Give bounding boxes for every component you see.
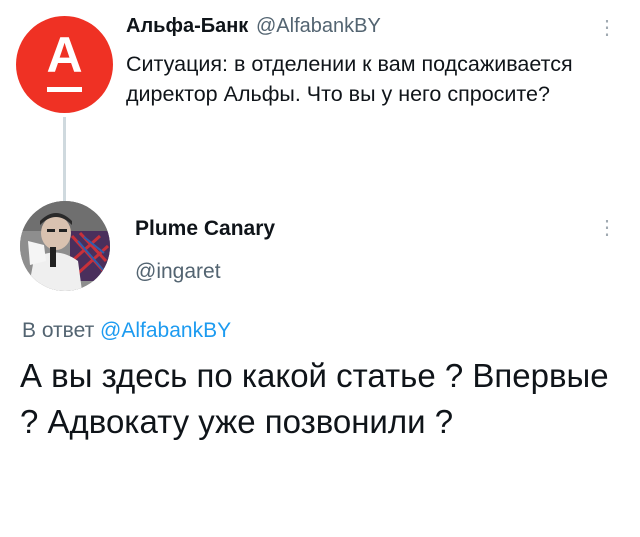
replying-to-handle-link[interactable]: @AlfabankBY bbox=[100, 319, 231, 342]
more-options-icon[interactable]: ⋮ bbox=[597, 18, 617, 38]
tweet-text: Ситуация: в отделении к вам подсаживаетс… bbox=[126, 52, 573, 106]
reply-author-name[interactable]: Plume Canary bbox=[135, 217, 275, 241]
avatar-photo bbox=[20, 201, 110, 291]
replying-to-label: В ответ bbox=[22, 319, 101, 342]
thread-connector-line bbox=[63, 117, 66, 202]
reply-text: А вы здесь по какой статье ? Впервые ? А… bbox=[20, 357, 609, 440]
avatar-letter: А bbox=[46, 27, 83, 83]
more-options-icon[interactable]: ⋮ bbox=[597, 218, 617, 238]
user-avatar[interactable] bbox=[20, 201, 110, 291]
tweet-author-handle[interactable]: @AlfabankBY bbox=[256, 15, 381, 38]
reply-author-handle[interactable]: @ingaret bbox=[135, 260, 221, 284]
avatar-underline bbox=[47, 87, 82, 92]
tweet-author-name[interactable]: Альфа-Банк bbox=[126, 15, 248, 38]
alfabank-avatar[interactable]: А bbox=[16, 16, 113, 113]
replying-to-line: В ответ @AlfabankBY bbox=[22, 319, 231, 343]
